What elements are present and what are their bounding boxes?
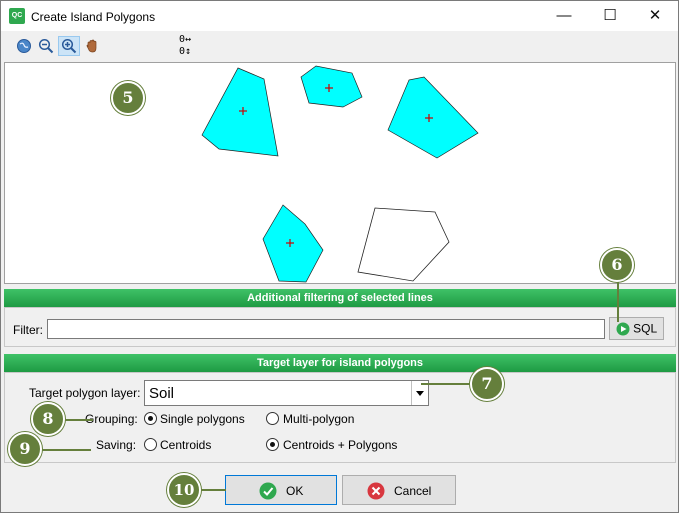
radio-centroids-polygons[interactable] xyxy=(266,438,279,451)
checkmark-icon xyxy=(259,482,277,500)
target-section-header: Target layer for island polygons xyxy=(4,354,676,372)
app-icon: QC xyxy=(9,8,25,24)
target-layer-label: Target polygon layer: xyxy=(29,386,141,400)
saving-label: Saving: xyxy=(96,438,137,452)
filter-input[interactable] xyxy=(47,319,605,339)
play-icon xyxy=(616,322,630,336)
radio-centroids-polygons-label: Centroids + Polygons xyxy=(283,438,398,452)
sql-button-label: SQL xyxy=(633,321,658,336)
callout-line-9 xyxy=(39,449,91,451)
cancel-x-icon xyxy=(367,482,385,500)
radio-multi-polygon-label: Multi-polygon xyxy=(283,412,355,426)
filter-label: Filter: xyxy=(13,323,43,337)
map-canvas[interactable] xyxy=(4,62,676,284)
callout-7: 7 xyxy=(470,367,504,401)
callout-line-8 xyxy=(61,419,93,421)
radio-single-polygons-label: Single polygons xyxy=(160,412,245,426)
target-layer-select[interactable]: Soil xyxy=(144,380,429,406)
callout-line-6 xyxy=(617,280,619,322)
callout-5: 5 xyxy=(111,81,145,115)
radio-single-polygons[interactable] xyxy=(144,412,157,425)
target-layer-value: Soil xyxy=(149,385,175,402)
callout-9: 9 xyxy=(8,432,42,466)
filter-section-header: Additional filtering of selected lines xyxy=(4,289,676,307)
title-bar[interactable]: QC Create Island Polygons — ☐ ✕ xyxy=(1,1,678,31)
callout-8: 8 xyxy=(31,402,65,436)
map-toolbar: 0↔ 0↕ xyxy=(1,31,678,61)
island-polygon xyxy=(300,65,363,108)
window-title: Create Island Polygons xyxy=(31,10,156,24)
close-button[interactable]: ✕ xyxy=(632,1,678,31)
island-polygon xyxy=(201,67,279,157)
minimize-button[interactable]: — xyxy=(541,1,587,31)
zoom-in-icon[interactable] xyxy=(58,36,80,56)
selected-line-outline xyxy=(357,207,450,282)
zoom-out-icon[interactable] xyxy=(35,36,57,56)
radio-centroids[interactable] xyxy=(144,438,157,451)
coord-x-readout: 0↔ xyxy=(179,34,192,45)
ok-button-label: OK xyxy=(286,483,304,498)
cancel-button-label: Cancel xyxy=(393,483,432,498)
coord-y-readout: 0↕ xyxy=(179,46,192,57)
callout-line-7 xyxy=(421,383,477,385)
radio-centroids-label: Centroids xyxy=(160,438,212,452)
callout-line-10 xyxy=(198,489,226,491)
callout-10: 10 xyxy=(167,473,201,507)
ok-button[interactable]: OK xyxy=(225,475,337,505)
map-drawing xyxy=(201,65,479,283)
maximize-button[interactable]: ☐ xyxy=(587,1,633,31)
callout-6: 6 xyxy=(600,248,634,282)
radio-multi-polygon[interactable] xyxy=(266,412,279,425)
dialog-window: QC Create Island Polygons — ☐ ✕ 0↔ 0↕ Ad… xyxy=(0,0,679,513)
pan-hand-icon[interactable] xyxy=(81,36,103,56)
cancel-button[interactable]: Cancel xyxy=(342,475,456,505)
globe-icon[interactable] xyxy=(13,36,35,56)
